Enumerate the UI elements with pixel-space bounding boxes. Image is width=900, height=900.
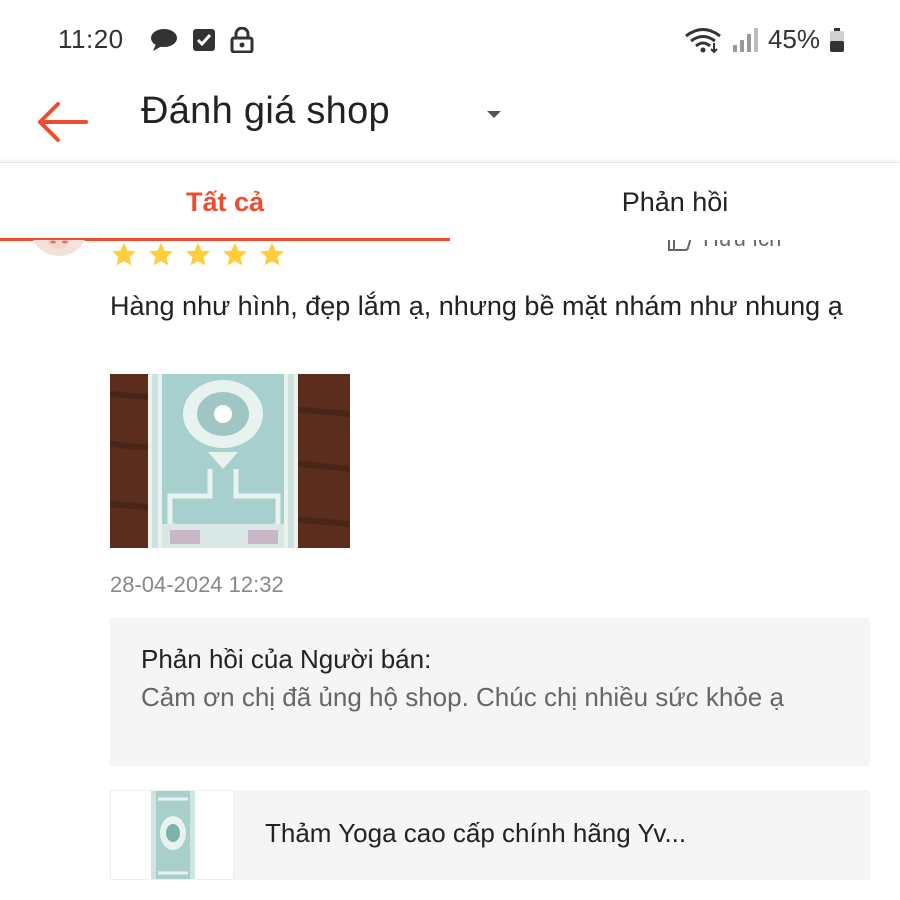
app-header: Đánh giá shop [0,80,900,162]
battery-icon [830,27,844,52]
star-icon [185,242,211,266]
status-bar: 11:20 45% [0,0,900,80]
star-icon [222,242,248,266]
tab-all[interactable]: Tất cả [0,163,450,241]
review-text: Hàng như hình, đẹp lắm ạ, nhưng bề mặt n… [110,291,843,321]
signal-icon [732,27,758,52]
thumbs-up-icon [668,240,692,251]
status-icons-right: 45% [684,24,844,55]
helpful-label: Hữu ích [703,240,781,252]
page-title: Đánh giá shop [141,90,390,132]
avatar[interactable] [30,240,88,256]
status-icons-left [150,27,254,53]
review-photo[interactable] [110,374,350,548]
chat-bubble-icon [151,29,177,51]
seller-reply: Phản hồi của Người bán: Cảm ơn chị đã ủn… [110,618,870,766]
battery-percent: 45% [767,24,820,54]
review-item: Hữu ích ••• Hàng như hình, đẹp lắm ạ, nh… [0,240,900,900]
checkbox-icon [193,29,215,51]
helpful-button[interactable]: Hữu ích [667,240,781,252]
status-time: 11:20 [58,24,124,54]
seller-reply-title: Phản hồi của Người bán: [141,644,432,674]
wifi-icon [685,27,721,53]
tab-replies[interactable]: Phản hồi [450,163,900,241]
more-options-button[interactable]: ••• [838,240,864,250]
star-icon [259,242,285,266]
product-name: Thảm Yoga cao cấp chính hãng Yv... [265,818,687,848]
lock-icon [230,27,254,53]
product-thumbnail [110,790,234,880]
star-icon [148,242,174,266]
review-timestamp: 28-04-2024 12:32 [110,572,284,597]
star-icon [111,242,137,266]
seller-reply-text: Cảm ơn chị đã ủng hộ shop. Chúc chị nhiề… [141,682,784,712]
rating-stars [110,241,286,269]
back-arrow-icon[interactable] [32,92,92,152]
product-card[interactable]: Thảm Yoga cao cấp chính hãng Yv... [110,790,870,880]
tab-bar: Tất cả Phản hồi [0,162,900,241]
caret-down-icon[interactable] [484,105,504,125]
